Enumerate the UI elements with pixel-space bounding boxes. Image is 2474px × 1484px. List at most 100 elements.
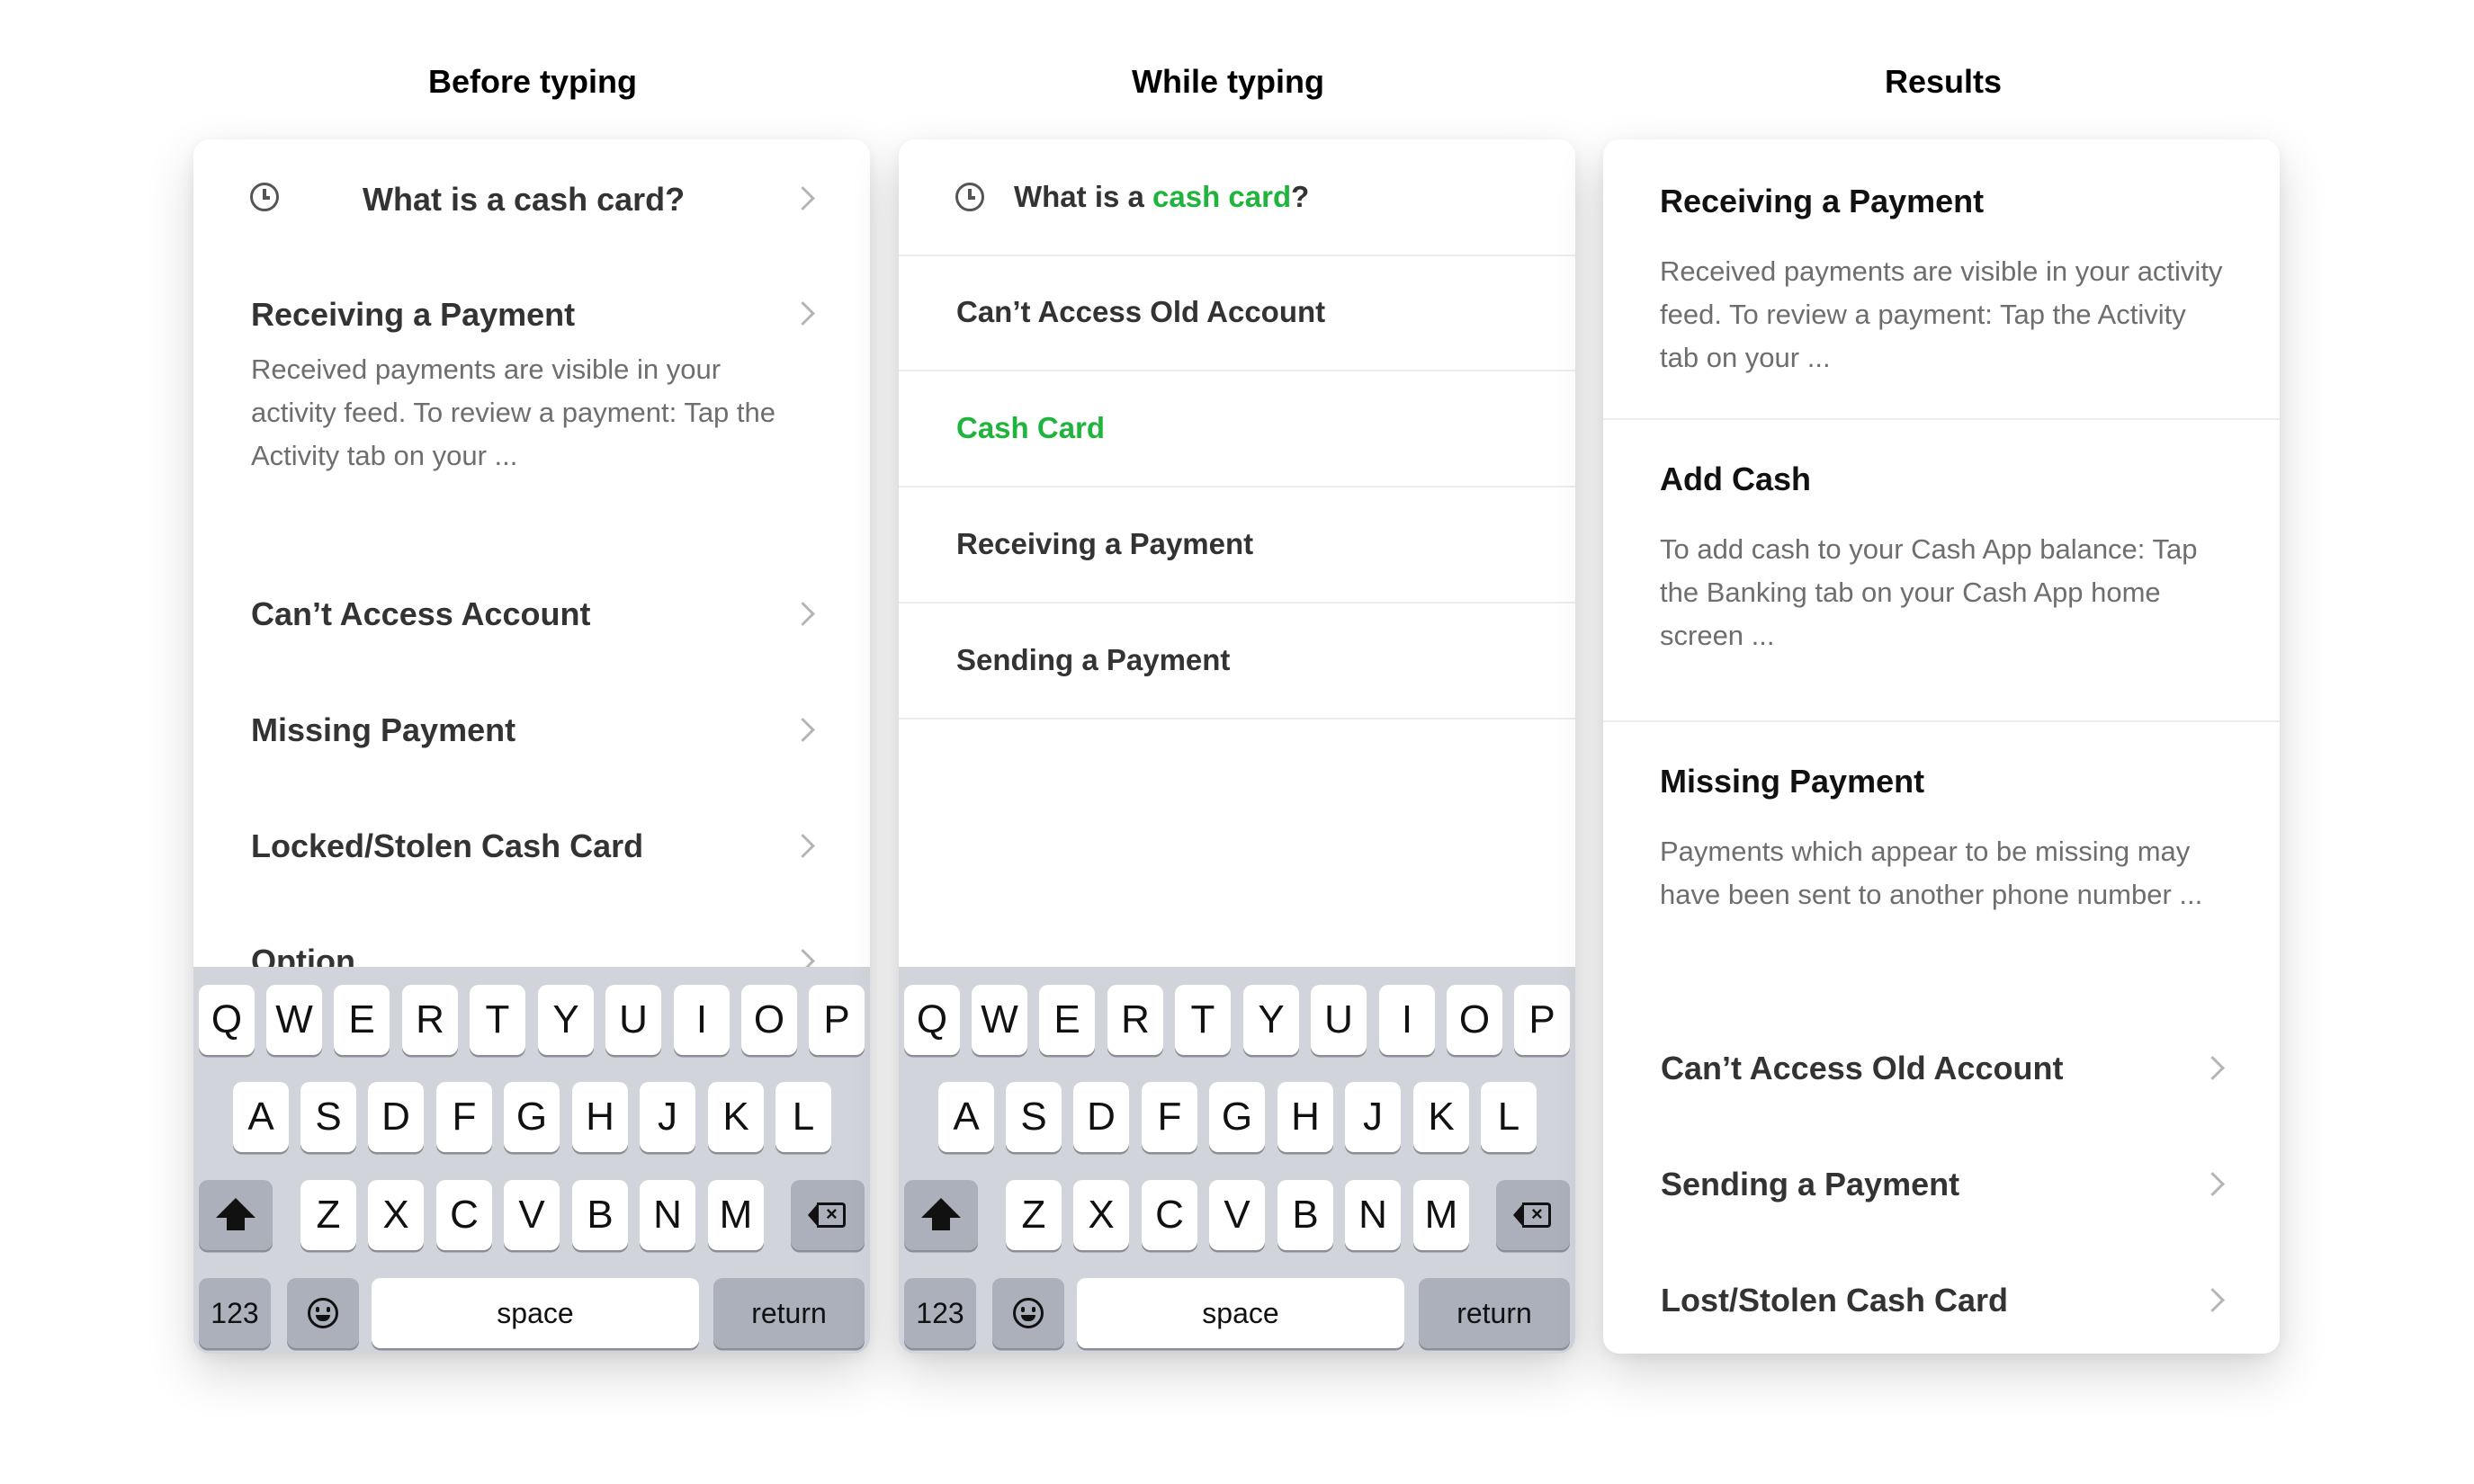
backspace-icon: × (1513, 1202, 1553, 1228)
chevron-right-icon (2201, 1056, 2225, 1080)
key-t[interactable]: T (470, 985, 525, 1055)
clock-icon (250, 183, 279, 211)
key-b[interactable]: B (1277, 1180, 1333, 1250)
key-o[interactable]: O (1447, 985, 1502, 1055)
key-r[interactable]: R (1107, 985, 1163, 1055)
suggestion-label: Receiving a Payment (956, 527, 1254, 560)
result-article[interactable]: Receiving a Payment Received payments ar… (1603, 139, 2280, 420)
return-key[interactable]: return (713, 1278, 865, 1348)
emoji-icon (1013, 1298, 1044, 1328)
key-w[interactable]: W (972, 985, 1027, 1055)
result-article[interactable]: Missing Payment Payments which appear to… (1603, 722, 2280, 974)
help-item[interactable]: Missing Payment (193, 671, 870, 786)
search-query-row[interactable]: What is a cash card? (899, 139, 1575, 256)
backspace-key[interactable]: × (1496, 1180, 1570, 1250)
key-q[interactable]: Q (199, 985, 255, 1055)
key-y[interactable]: Y (1243, 985, 1299, 1055)
key-x[interactable]: X (368, 1180, 424, 1250)
key-g[interactable]: G (504, 1082, 560, 1152)
emoji-key[interactable] (287, 1278, 359, 1348)
chevron-right-icon (791, 186, 815, 210)
key-m[interactable]: M (708, 1180, 764, 1250)
recent-search-row[interactable]: What is a cash card? (193, 139, 870, 255)
key-e[interactable]: E (1039, 985, 1095, 1055)
key-f[interactable]: F (1142, 1082, 1197, 1152)
key-y[interactable]: Y (538, 985, 594, 1055)
shift-key[interactable] (904, 1180, 978, 1250)
key-f[interactable]: F (436, 1082, 492, 1152)
space-key[interactable]: space (372, 1278, 699, 1348)
chevron-right-icon (791, 718, 815, 742)
result-article-description: To add cash to your Cash App balance: Ta… (1660, 533, 2198, 651)
key-k[interactable]: K (708, 1082, 764, 1152)
suggestion-item[interactable]: Can’t Access Old Account (899, 255, 1575, 371)
key-b[interactable]: B (572, 1180, 628, 1250)
numbers-key[interactable]: 123 (199, 1278, 271, 1348)
key-k[interactable]: K (1413, 1082, 1469, 1152)
key-d[interactable]: D (368, 1082, 424, 1152)
clock-icon (955, 183, 984, 211)
key-z[interactable]: Z (1006, 1180, 1062, 1250)
help-item-label: Locked/Stolen Cash Card (251, 827, 644, 864)
key-h[interactable]: H (572, 1082, 628, 1152)
key-i[interactable]: I (674, 985, 730, 1055)
key-m[interactable]: M (1413, 1180, 1469, 1250)
suggestion-item[interactable]: Cash Card (899, 371, 1575, 487)
key-p[interactable]: P (809, 985, 865, 1055)
key-w[interactable]: W (266, 985, 322, 1055)
key-i[interactable]: I (1379, 985, 1435, 1055)
key-g[interactable]: G (1209, 1082, 1265, 1152)
result-link-label: Lost/Stolen Cash Card (1661, 1282, 2009, 1319)
key-p[interactable]: P (1514, 985, 1570, 1055)
result-link[interactable]: Sending a Payment (1603, 1131, 2280, 1238)
shift-key[interactable] (199, 1180, 273, 1250)
suggestion-label: Can’t Access Old Account (956, 295, 1326, 328)
suggestion-item[interactable]: Receiving a Payment (899, 487, 1575, 603)
key-j[interactable]: J (640, 1082, 695, 1152)
key-n[interactable]: N (640, 1180, 695, 1250)
numbers-key[interactable]: 123 (904, 1278, 976, 1348)
key-a[interactable]: A (938, 1082, 994, 1152)
backspace-key[interactable]: × (791, 1180, 865, 1250)
key-t[interactable]: T (1175, 985, 1231, 1055)
while-typing-title: While typing (1132, 63, 1324, 100)
result-article-description: Payments which appear to be missing may … (1660, 836, 2203, 910)
key-u[interactable]: U (1311, 985, 1367, 1055)
key-u[interactable]: U (605, 985, 661, 1055)
key-n[interactable]: N (1345, 1180, 1401, 1250)
return-key[interactable]: return (1419, 1278, 1570, 1348)
result-article-title: Add Cash (1660, 460, 1812, 497)
key-l[interactable]: L (775, 1082, 831, 1152)
key-d[interactable]: D (1073, 1082, 1129, 1152)
key-a[interactable]: A (233, 1082, 289, 1152)
chevron-right-icon (2201, 1172, 2225, 1196)
key-o[interactable]: O (741, 985, 797, 1055)
key-v[interactable]: V (1209, 1180, 1265, 1250)
help-item[interactable]: Locked/Stolen Cash Card (193, 787, 870, 902)
key-s[interactable]: S (1006, 1082, 1062, 1152)
result-link[interactable]: Lost/Stolen Cash Card (1603, 1247, 2280, 1354)
key-z[interactable]: Z (300, 1180, 356, 1250)
result-article[interactable]: Add Cash To add cash to your Cash App ba… (1603, 420, 2280, 722)
key-q[interactable]: Q (904, 985, 960, 1055)
help-item[interactable]: Can’t Access Account (193, 555, 870, 670)
space-key[interactable]: space (1077, 1278, 1404, 1348)
key-e[interactable]: E (334, 985, 390, 1055)
featured-article[interactable]: Receiving a Payment Received payments ar… (193, 255, 870, 471)
key-c[interactable]: C (436, 1180, 492, 1250)
key-x[interactable]: X (1073, 1180, 1129, 1250)
while-typing-panel: What is a cash card? Can’t Access Old Ac… (899, 139, 1575, 1354)
suggestion-item[interactable]: Sending a Payment (899, 603, 1575, 720)
key-j[interactable]: J (1345, 1082, 1401, 1152)
result-link[interactable]: Can’t Access Old Account (1603, 1015, 2280, 1122)
key-s[interactable]: S (300, 1082, 356, 1152)
emoji-key[interactable] (992, 1278, 1064, 1348)
key-c[interactable]: C (1142, 1180, 1197, 1250)
result-article-description: Received payments are visible in your ac… (1660, 255, 2223, 373)
key-v[interactable]: V (504, 1180, 560, 1250)
key-l[interactable]: L (1481, 1082, 1537, 1152)
result-link-label: Sending a Payment (1661, 1166, 1960, 1202)
before-typing-panel: What is a cash card? Receiving a Payment… (193, 139, 870, 1354)
key-r[interactable]: R (402, 985, 458, 1055)
key-h[interactable]: H (1277, 1082, 1333, 1152)
